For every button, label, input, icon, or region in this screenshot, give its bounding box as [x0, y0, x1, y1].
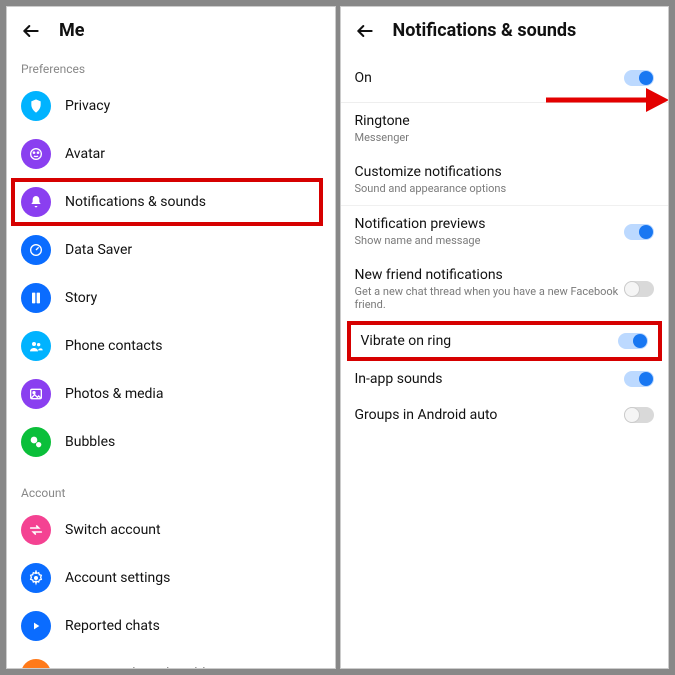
gauge-icon [21, 235, 51, 265]
warning-icon [21, 659, 51, 669]
item-phone-contacts[interactable]: Phone contacts [7, 322, 335, 370]
item-photos-media[interactable]: Photos & media [7, 370, 335, 418]
item-account-settings[interactable]: Account settings [7, 554, 335, 602]
row-inapp[interactable]: In-app sounds [341, 361, 669, 397]
item-label: Report Technical Problem [65, 666, 225, 669]
bubble-icon [21, 427, 51, 457]
item-label: Data Saver [65, 242, 132, 258]
section-preferences: Preferences [7, 54, 335, 82]
notifications-sounds-panel: Notifications & sounds On Ringtone Messe… [340, 6, 670, 669]
item-label: Story [65, 290, 97, 306]
row-title: Groups in Android auto [355, 407, 498, 423]
item-label: Switch account [65, 522, 161, 538]
toggle-groups-auto[interactable] [624, 407, 654, 423]
row-customize[interactable]: Customize notifications Sound and appear… [341, 154, 669, 205]
item-label: Privacy [65, 98, 110, 114]
row-sub: Get a new chat thread when you have a ne… [355, 285, 625, 311]
item-bubbles[interactable]: Bubbles [7, 418, 335, 466]
page-title: Notifications & sounds [393, 20, 577, 41]
item-label: Bubbles [65, 434, 115, 450]
arrow-annotation [541, 85, 670, 115]
row-new-friend[interactable]: New friend notifications Get a new chat … [341, 257, 669, 321]
item-label: Avatar [65, 146, 105, 162]
row-title: New friend notifications [355, 267, 625, 283]
shield-icon [21, 91, 51, 121]
header: Me [7, 7, 335, 54]
me-settings-panel: Me Preferences Privacy Avatar Notificati… [6, 6, 336, 669]
item-avatar[interactable]: Avatar [7, 130, 335, 178]
item-label: Phone contacts [65, 338, 163, 354]
highlight-vibrate: Vibrate on ring [347, 321, 663, 361]
item-privacy[interactable]: Privacy [7, 82, 335, 130]
row-sub: Show name and message [355, 234, 486, 247]
toggle-vibrate[interactable] [618, 333, 648, 349]
header: Notifications & sounds [341, 7, 669, 54]
row-previews[interactable]: Notification previews Show name and mess… [341, 205, 669, 257]
play-icon [21, 611, 51, 641]
toggle-on[interactable] [624, 70, 654, 86]
back-icon[interactable] [355, 21, 375, 41]
row-vibrate[interactable]: Vibrate on ring [351, 325, 659, 357]
row-title: Ringtone [355, 113, 410, 129]
page-title: Me [59, 20, 84, 41]
toggle-inapp[interactable] [624, 371, 654, 387]
item-story[interactable]: Story [7, 274, 335, 322]
item-label: Notifications & sounds [65, 194, 206, 210]
story-icon [21, 283, 51, 313]
row-title: On [355, 70, 372, 86]
face-icon [21, 139, 51, 169]
back-icon[interactable] [21, 21, 41, 41]
item-label: Photos & media [65, 386, 163, 402]
item-data-saver[interactable]: Data Saver [7, 226, 335, 274]
item-label: Account settings [65, 570, 170, 586]
gear-icon [21, 563, 51, 593]
row-groups-auto[interactable]: Groups in Android auto [341, 397, 669, 433]
row-sub: Messenger [355, 131, 410, 144]
row-title: Vibrate on ring [361, 333, 452, 349]
switch-icon [21, 515, 51, 545]
item-report-problem[interactable]: Report Technical Problem [7, 650, 335, 669]
row-sub: Sound and appearance options [355, 182, 507, 195]
row-title: Customize notifications [355, 164, 507, 180]
image-icon [21, 379, 51, 409]
item-notifications-sounds[interactable]: Notifications & sounds [11, 178, 323, 226]
item-label: Reported chats [65, 618, 160, 634]
toggle-previews[interactable] [624, 224, 654, 240]
row-title: In-app sounds [355, 371, 443, 387]
item-switch-account[interactable]: Switch account [7, 506, 335, 554]
bell-icon [21, 187, 51, 217]
toggle-new-friend[interactable] [624, 281, 654, 297]
row-title: Notification previews [355, 216, 486, 232]
section-account: Account [7, 478, 335, 506]
contacts-icon [21, 331, 51, 361]
item-reported-chats[interactable]: Reported chats [7, 602, 335, 650]
